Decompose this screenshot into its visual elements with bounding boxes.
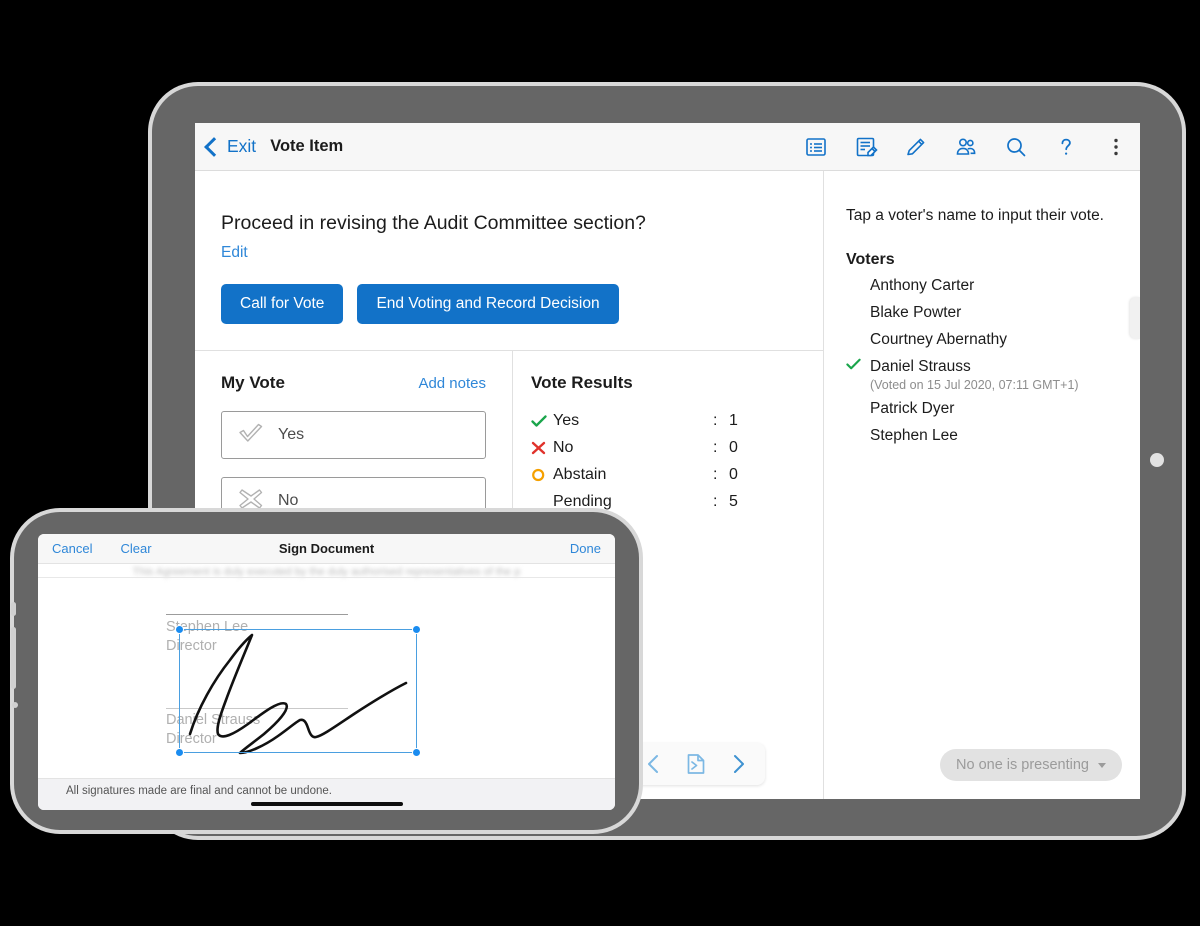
search-icon[interactable]	[1004, 135, 1028, 159]
list-item[interactable]: Patrick Dyer	[846, 399, 1118, 419]
my-vote-header: My Vote Add notes	[221, 373, 486, 393]
document-rule	[38, 577, 615, 578]
voters-section-title: Voters	[846, 251, 895, 268]
vote-result-row: Abstain : 0	[531, 463, 823, 487]
check-icon	[531, 414, 553, 428]
list-item[interactable]: Anthony Carter	[846, 276, 1118, 296]
bottom-toolbar-right: No one is presenting	[824, 735, 1140, 799]
phone-volume-button	[11, 627, 16, 689]
phone-silent-switch	[11, 602, 16, 616]
voter-name: Daniel Strauss	[870, 358, 971, 375]
check-outline-icon	[238, 422, 264, 449]
vote-result-label: Yes	[553, 412, 580, 430]
document-canvas[interactable]: This Agreement is duly executed by the d…	[38, 564, 615, 778]
pencil-annotate-icon[interactable]	[904, 135, 928, 159]
clear-button[interactable]: Clear	[120, 541, 151, 556]
voter-name: Patrick Dyer	[870, 400, 955, 417]
voter-name: Blake Powter	[870, 304, 962, 321]
presenting-status-label: No one is presenting	[956, 757, 1089, 773]
my-vote-title: My Vote	[221, 373, 285, 393]
vote-result-count: 5	[729, 493, 738, 511]
voters-pane: Tap a voter's name to input their vote. …	[824, 171, 1140, 799]
vote-result-separator: :	[713, 412, 718, 430]
phone-side-dot	[12, 702, 18, 708]
resize-handle-top-right[interactable]	[412, 625, 421, 634]
cancel-button[interactable]: Cancel	[52, 541, 92, 556]
vote-result-label: No	[553, 439, 574, 457]
vote-result-separator: :	[713, 493, 718, 511]
sign-document-header: Cancel Clear Sign Document Done	[38, 534, 615, 564]
end-voting-button[interactable]: End Voting and Record Decision	[357, 284, 619, 325]
list-item[interactable]: Blake Powter	[846, 303, 1118, 323]
list-item[interactable]: Stephen Lee	[846, 426, 1118, 446]
vote-result-row: No : 0	[531, 436, 823, 460]
voter-name: Anthony Carter	[870, 277, 975, 294]
people-icon[interactable]	[954, 135, 978, 159]
list-item[interactable]: Daniel Strauss	[846, 357, 1118, 377]
my-vote-option-label: No	[278, 492, 299, 510]
my-vote-option-yes[interactable]: Yes	[221, 411, 486, 460]
vote-result-label: Pending	[553, 493, 612, 511]
agenda-list-icon[interactable]	[804, 135, 828, 159]
question-block: Proceed in revising the Audit Committee …	[195, 171, 823, 350]
exit-label: Exit	[227, 136, 257, 156]
document-page-icon[interactable]	[685, 752, 707, 776]
vote-result-count: 0	[729, 439, 738, 457]
resize-handle-bottom-left[interactable]	[175, 748, 184, 757]
vote-result-separator: :	[713, 439, 718, 457]
phone-device-frame: Cancel Clear Sign Document Done This Agr…	[11, 512, 639, 830]
edit-question-link[interactable]: Edit	[221, 244, 248, 262]
voters-hint: Tap a voter's name to input their vote.	[846, 207, 1104, 224]
cross-icon	[531, 441, 553, 455]
my-vote-option-label: Yes	[278, 426, 305, 444]
vote-result-separator: :	[713, 466, 718, 484]
vote-result-row: Pending : 5	[531, 490, 823, 514]
navbar-toolbar	[804, 123, 1128, 171]
vote-result-label: Abstain	[553, 466, 607, 484]
screenshot-stage: Exit Vote Item Proceed in revising the A…	[0, 0, 1200, 926]
voter-name: Stephen Lee	[870, 427, 958, 444]
signature-rule-1	[166, 614, 348, 615]
voter-voted-timestamp: (Voted on 15 Jul 2020, 07:11 GMT+1)	[870, 378, 1079, 392]
vote-results-title: Vote Results	[531, 373, 633, 393]
minutes-document-icon[interactable]	[854, 135, 878, 159]
phone-screen: Cancel Clear Sign Document Done This Agr…	[38, 534, 615, 810]
help-icon[interactable]	[1054, 135, 1078, 159]
more-menu-icon[interactable]	[1104, 135, 1128, 159]
voters-pane-scrollbar[interactable]	[1130, 297, 1140, 339]
circle-outline-icon	[531, 468, 553, 482]
vote-action-buttons: Call for Vote End Voting and Record Deci…	[221, 284, 797, 350]
done-button[interactable]: Done	[570, 541, 601, 556]
chevron-left-icon	[204, 136, 224, 157]
voters-list: Anthony Carter Blake Powter Courtney Abe…	[846, 276, 1118, 446]
resize-handle-top-left[interactable]	[175, 625, 184, 634]
tablet-camera-icon	[1150, 453, 1164, 467]
vote-result-row: Yes : 1	[531, 409, 823, 433]
resize-handle-bottom-right[interactable]	[412, 748, 421, 757]
call-for-vote-button[interactable]: Call for Vote	[221, 284, 344, 325]
next-page-icon[interactable]	[727, 752, 749, 776]
app-navbar: Exit Vote Item	[195, 123, 1140, 171]
previous-page-icon[interactable]	[643, 752, 665, 776]
vote-result-count: 0	[729, 466, 738, 484]
vote-result-count: 1	[729, 412, 738, 430]
page-navigation-controls	[627, 743, 765, 785]
page-title: Vote Item	[270, 137, 344, 155]
signature-selection-box[interactable]	[175, 625, 421, 757]
add-notes-link[interactable]: Add notes	[418, 375, 486, 392]
exit-button[interactable]: Exit	[204, 136, 257, 157]
chevron-down-icon	[1098, 762, 1106, 768]
voter-name: Courtney Abernathy	[870, 331, 1008, 348]
presenting-status-dropdown[interactable]: No one is presenting	[940, 749, 1122, 781]
voters-pane-inner: Tap a voter's name to input their vote. …	[824, 171, 1140, 446]
vote-question: Proceed in revising the Audit Committee …	[221, 212, 646, 234]
signature-warning-note: All signatures made are final and cannot…	[66, 785, 332, 797]
sign-document-footer: All signatures made are final and cannot…	[38, 778, 615, 810]
list-item[interactable]: Courtney Abernathy	[846, 330, 1118, 350]
home-indicator	[250, 802, 403, 806]
cross-outline-icon	[238, 488, 264, 515]
voted-check-icon	[846, 357, 870, 377]
